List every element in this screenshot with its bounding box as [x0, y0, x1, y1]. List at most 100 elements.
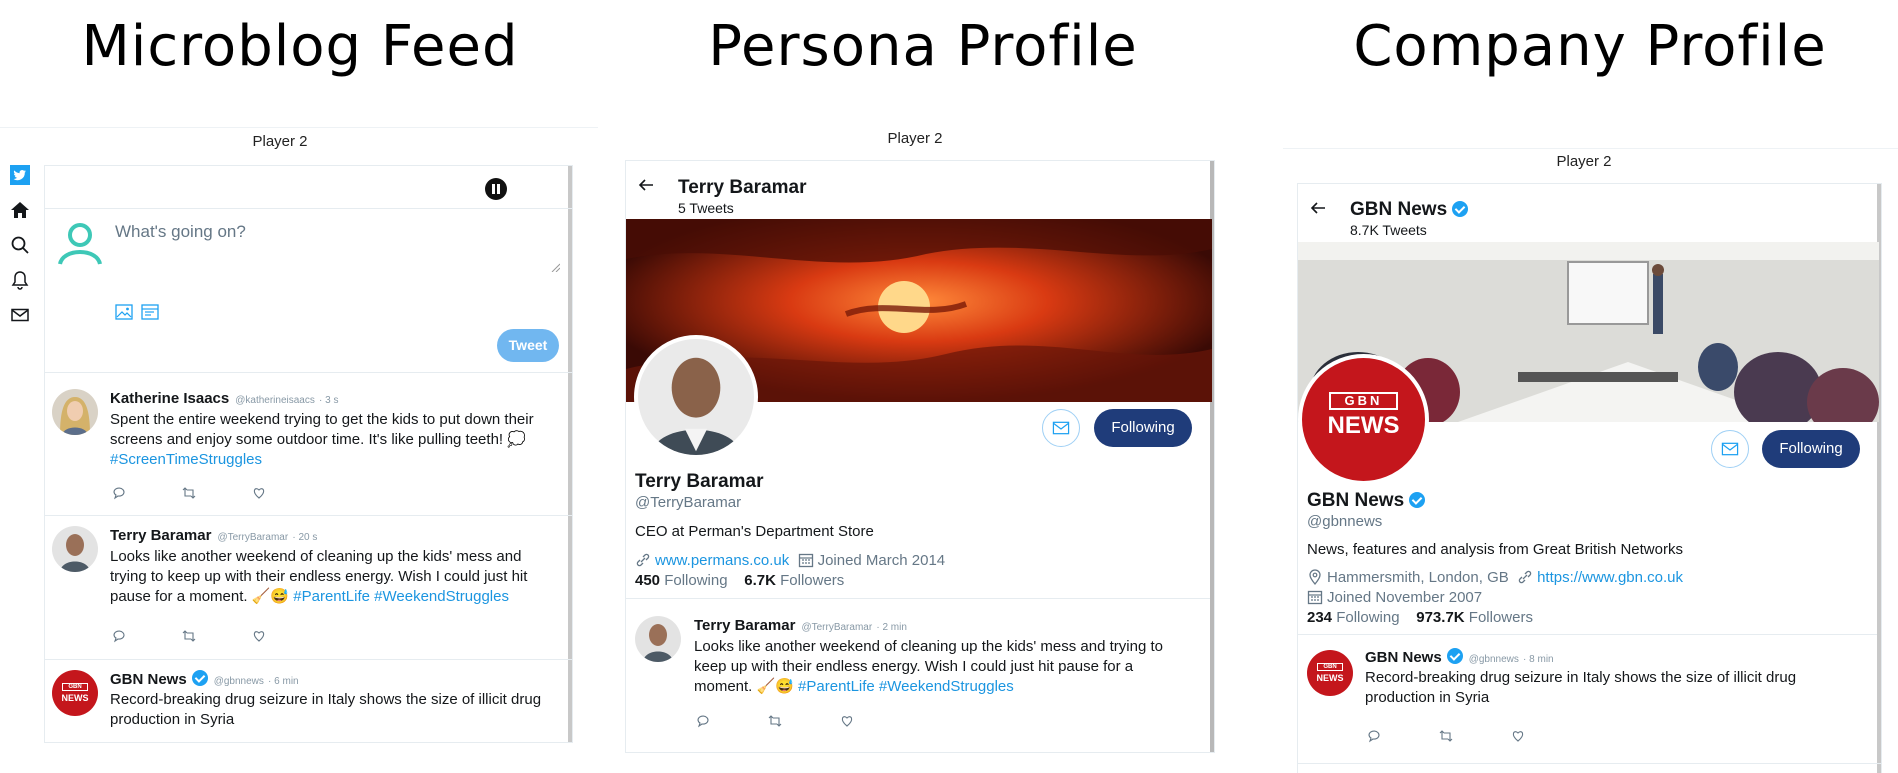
like-icon[interactable]: [252, 629, 266, 643]
like-icon[interactable]: [1511, 729, 1525, 743]
divider: [1283, 148, 1898, 149]
mail-icon[interactable]: [10, 305, 30, 325]
message-button[interactable]: [1042, 409, 1080, 447]
tweet-text: Record-breaking drug seizure in Italy sh…: [110, 691, 542, 728]
following-label: Following: [664, 572, 728, 589]
tweet-item[interactable]: GBN NEWS GBN News @gbnnews · 6 min Record…: [45, 660, 572, 742]
hashtag-link[interactable]: #ScreenTimeStruggles: [110, 451, 262, 468]
verified-badge-icon: [1409, 492, 1426, 508]
following-button[interactable]: Following: [1094, 409, 1192, 447]
like-icon[interactable]: [252, 486, 266, 500]
compose-input[interactable]: What's going on?: [115, 222, 246, 242]
divider: [45, 208, 572, 209]
hashtag-link[interactable]: #ParentLife #WeekendStruggles: [293, 588, 509, 605]
website-link[interactable]: www.permans.co.uk: [655, 552, 789, 569]
logo-text: NEWS: [1327, 412, 1400, 439]
profile-meta: Joined November 2007: [1307, 589, 1482, 606]
like-icon[interactable]: [840, 714, 854, 728]
tweet-item[interactable]: Terry Baramar @TerryBaramar · 20 s Looks …: [45, 516, 572, 660]
tweet-author-name[interactable]: Terry Baramar: [694, 617, 795, 634]
reply-icon[interactable]: [112, 486, 126, 500]
verified-badge-icon: [191, 670, 208, 686]
tweet-header: GBN News @gbnnews · 8 min: [1365, 648, 1554, 666]
profile-stats: 234 Following 973.7K Followers: [1307, 609, 1533, 626]
profile-header-name: GBN News: [1350, 199, 1469, 221]
default-avatar-icon: [58, 223, 102, 265]
avatar[interactable]: [635, 616, 681, 662]
tweet-author-name[interactable]: Terry Baramar: [110, 527, 211, 544]
logo-text: NEWS: [1316, 673, 1344, 683]
profile-avatar[interactable]: [634, 335, 758, 459]
profile-header-name-text: GBN News: [1350, 199, 1448, 220]
tweet-author-handle[interactable]: @gbnnews: [214, 676, 264, 687]
reply-icon[interactable]: [112, 629, 126, 643]
reply-icon[interactable]: [696, 714, 710, 728]
tweet-text-block: Spent the entire weekend trying to get t…: [110, 410, 555, 470]
company-panel-title: Company Profile: [1353, 14, 1827, 79]
following-link[interactable]: 450 Following: [635, 572, 728, 589]
message-button[interactable]: [1711, 430, 1749, 468]
tweet-author-handle[interactable]: @gbnnews: [1469, 654, 1519, 665]
logo-text: GBN: [1317, 663, 1343, 671]
tweet-header: GBN News @gbnnews · 6 min: [110, 670, 299, 688]
retweet-icon[interactable]: [182, 486, 196, 500]
reply-icon[interactable]: [1367, 729, 1381, 743]
retweet-icon[interactable]: [768, 714, 782, 728]
profile-name: GBN News: [1307, 490, 1426, 512]
logo-text: GBN: [62, 683, 88, 691]
tweet-text-block: Looks like another weekend of cleaning u…: [110, 547, 555, 607]
home-icon[interactable]: [10, 200, 30, 220]
logo-text: GBN: [1329, 392, 1398, 410]
tweet-author-handle[interactable]: @TerryBaramar: [217, 532, 288, 543]
profile-name: Terry Baramar: [635, 471, 764, 492]
tweet-timestamp: · 2 min: [876, 622, 907, 633]
persona-panel-title: Persona Profile: [708, 14, 1138, 79]
player-label: Player 2: [252, 133, 308, 150]
avatar[interactable]: GBN NEWS: [1307, 650, 1353, 696]
tweet-author-handle[interactable]: @TerryBaramar: [801, 622, 872, 633]
tweet-item[interactable]: GBN NEWS GBN News @gbnnews · 8 min Record…: [1298, 634, 1881, 764]
tweet-author-name[interactable]: GBN News: [1365, 649, 1442, 666]
tweet-author-name[interactable]: GBN News: [110, 671, 187, 688]
tweet-item[interactable]: Terry Baramar @TerryBaramar · 2 min Looks…: [626, 598, 1214, 752]
tweet-timestamp: · 6 min: [268, 676, 299, 687]
location-icon: [1309, 569, 1321, 586]
link-icon: [636, 553, 650, 567]
retweet-icon[interactable]: [1439, 729, 1453, 743]
profile-avatar[interactable]: GBN NEWS: [1298, 354, 1429, 485]
followers-label: Followers: [1468, 609, 1533, 626]
hashtag-link[interactable]: #ParentLife #WeekendStruggles: [798, 678, 1014, 695]
retweet-icon[interactable]: [182, 629, 196, 643]
tweet-author-name[interactable]: Katherine Isaacs: [110, 390, 229, 407]
tweet-timestamp: · 8 min: [1523, 654, 1554, 665]
avatar[interactable]: [52, 526, 98, 572]
link-icon: [1518, 570, 1532, 584]
tweet-header: Katherine Isaacs @katherineisaacs · 3 s: [110, 390, 339, 407]
following-link[interactable]: 234 Following: [1307, 609, 1400, 626]
avatar[interactable]: [52, 389, 98, 435]
tweet-item[interactable]: Katherine Isaacs @katherineisaacs · 3 s S…: [45, 373, 572, 516]
avatar[interactable]: GBN NEWS: [52, 670, 98, 716]
tweet-count: 8.7K Tweets: [1350, 222, 1427, 238]
website-link[interactable]: https://www.gbn.co.uk: [1537, 569, 1683, 586]
back-arrow-icon[interactable]: [638, 178, 654, 192]
tweet-button[interactable]: Tweet: [497, 329, 559, 362]
back-arrow-icon[interactable]: [1310, 201, 1326, 215]
following-label: Following: [1336, 609, 1400, 626]
image-icon[interactable]: [115, 304, 133, 320]
company-profile-frame: GBN News 8.7K Tweets GBN NEWS Following …: [1297, 183, 1882, 773]
followers-link[interactable]: 6.7K Followers: [744, 572, 844, 589]
pause-button[interactable]: [485, 178, 507, 200]
search-icon[interactable]: [10, 235, 30, 255]
bell-icon[interactable]: [10, 270, 30, 290]
profile-meta: Hammersmith, London, GB https://www.gbn.…: [1307, 569, 1683, 586]
bird-logo-icon[interactable]: [10, 165, 30, 185]
profile-bio: CEO at Perman's Department Store: [635, 523, 874, 540]
tweet-count: 5 Tweets: [678, 200, 734, 216]
followers-link[interactable]: 973.7K Followers: [1416, 609, 1533, 626]
following-button[interactable]: Following: [1762, 430, 1860, 468]
poll-icon[interactable]: [141, 304, 159, 320]
resize-grip-icon[interactable]: [550, 262, 560, 272]
profile-bio: News, features and analysis from Great B…: [1307, 541, 1683, 558]
tweet-author-handle[interactable]: @katherineisaacs: [235, 395, 315, 406]
